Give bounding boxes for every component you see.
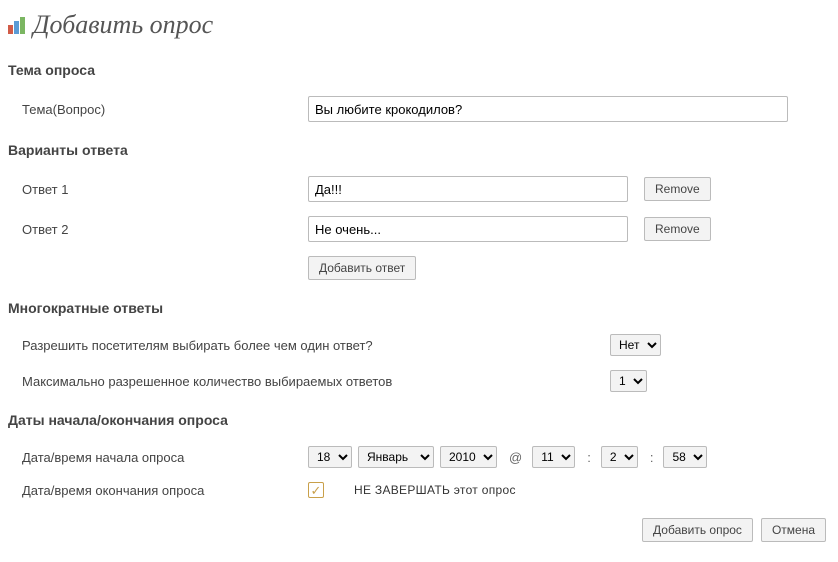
answer-input[interactable] (308, 216, 628, 242)
page-title-text: Добавить опрос (33, 10, 213, 40)
start-month-select[interactable]: Январь (358, 446, 434, 468)
end-date-label: Дата/время окончания опроса (8, 483, 308, 498)
remove-button[interactable]: Remove (644, 177, 711, 201)
section-multiple-heading: Многократные ответы (8, 300, 830, 316)
answer-label: Ответ 1 (8, 182, 308, 197)
start-minute-select[interactable]: 2 (601, 446, 638, 468)
page-title: Добавить опрос (8, 10, 830, 40)
topic-label: Тема(Вопрос) (8, 102, 308, 117)
at-separator: @ (503, 450, 528, 465)
start-date-label: Дата/время начала опроса (8, 450, 308, 465)
start-day-select[interactable]: 18 (308, 446, 352, 468)
footer-buttons: Добавить опрос Отмена (8, 518, 830, 542)
answer-label: Ответ 2 (8, 222, 308, 237)
max-allowed-label: Максимально разрешенное количество выбир… (8, 374, 610, 389)
section-topic-heading: Тема опроса (8, 62, 830, 78)
answer-row: Ответ 2 Remove (8, 216, 830, 242)
topic-input[interactable] (308, 96, 788, 122)
answer-row: Ответ 1 Remove (8, 176, 830, 202)
section-topic: Тема опроса Тема(Вопрос) (8, 62, 830, 122)
submit-button[interactable]: Добавить опрос (642, 518, 753, 542)
section-dates: Даты начала/окончания опроса Дата/время … (8, 412, 830, 498)
start-hour-select[interactable]: 11 (532, 446, 575, 468)
section-dates-heading: Даты начала/окончания опроса (8, 412, 830, 428)
no-end-checkbox[interactable] (308, 482, 324, 498)
section-multiple: Многократные ответы Разрешить посетителя… (8, 300, 830, 392)
add-answer-button[interactable]: Добавить ответ (308, 256, 416, 280)
max-allowed-select[interactable]: 1 (610, 370, 647, 392)
allow-multiple-select[interactable]: Нет (610, 334, 661, 356)
start-year-select[interactable]: 2010 (440, 446, 497, 468)
chart-bars-icon (8, 16, 25, 34)
cancel-button[interactable]: Отмена (761, 518, 826, 542)
no-end-label: НЕ ЗАВЕРШАТЬ этот опрос (354, 483, 516, 497)
section-answers-heading: Варианты ответа (8, 142, 830, 158)
colon-separator: : (644, 450, 660, 465)
answer-input[interactable] (308, 176, 628, 202)
start-second-select[interactable]: 58 (663, 446, 707, 468)
allow-multiple-label: Разрешить посетителям выбирать более чем… (8, 338, 610, 353)
colon-separator: : (581, 450, 597, 465)
section-answers: Варианты ответа Ответ 1 Remove Ответ 2 R… (8, 142, 830, 280)
remove-button[interactable]: Remove (644, 217, 711, 241)
